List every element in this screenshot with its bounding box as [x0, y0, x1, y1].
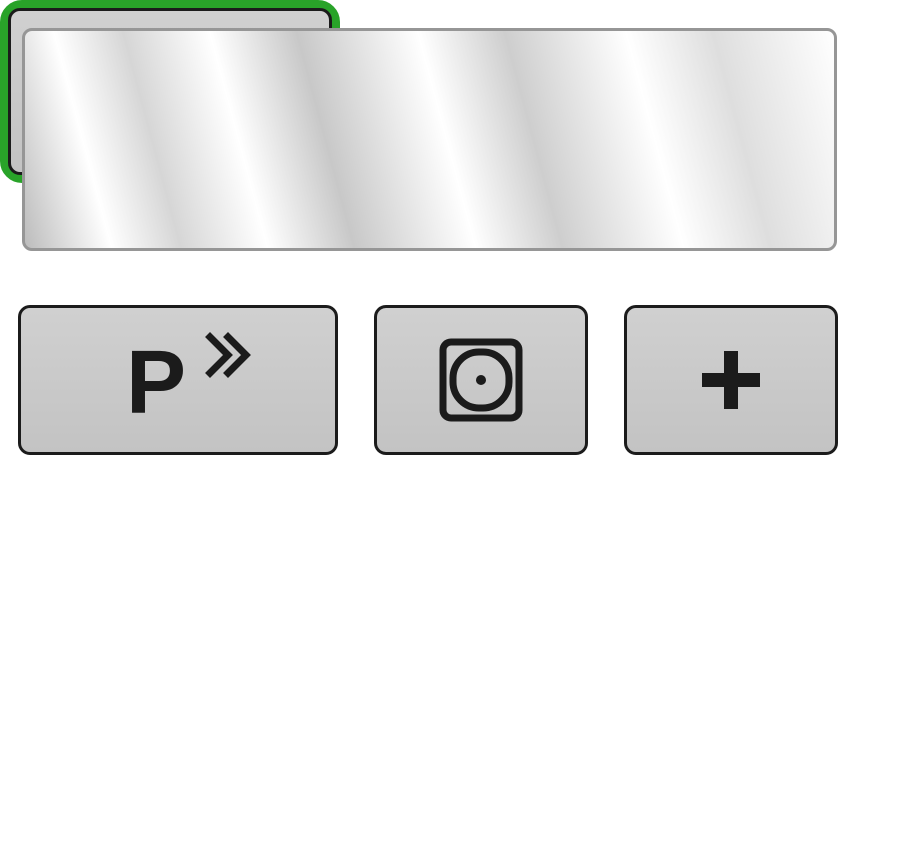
program-icon: P	[78, 325, 278, 435]
program-button[interactable]: P	[18, 305, 338, 455]
rounded-square-dot-icon	[437, 336, 525, 424]
control-panel: P	[0, 0, 900, 868]
safe-button[interactable]	[374, 305, 588, 455]
plus-button[interactable]	[624, 305, 838, 455]
display-window	[22, 28, 837, 251]
plus-icon	[696, 345, 766, 415]
svg-text:P: P	[126, 333, 186, 433]
fast-forward-chevrons-icon	[210, 337, 246, 373]
